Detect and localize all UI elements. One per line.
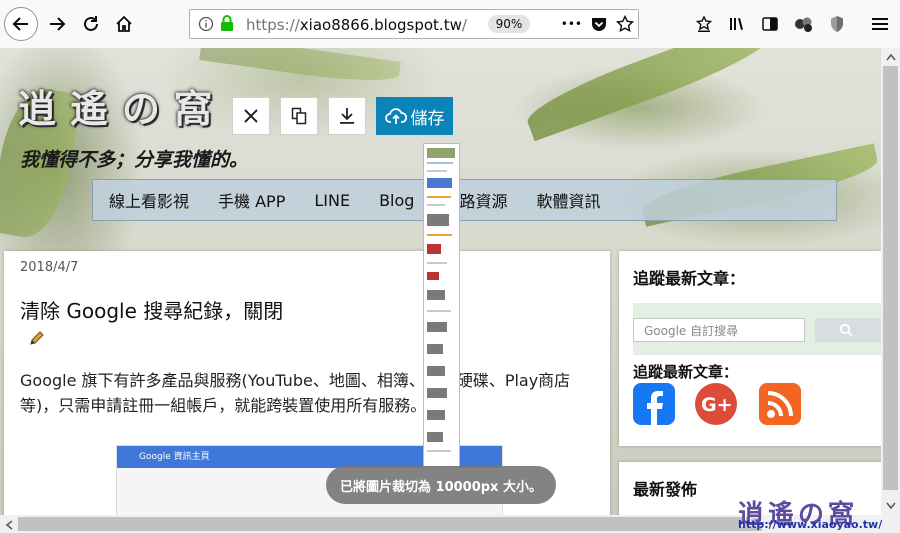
sidebar-button[interactable] (754, 8, 786, 40)
url-host: xiao8866.blogspot.tw (299, 16, 462, 34)
preview-thumbnail-block (427, 366, 445, 376)
rss-glyph (767, 391, 793, 418)
bookmark-star-icon[interactable] (616, 15, 634, 33)
sidebar-search-input[interactable]: Google 自訂搜尋 (633, 318, 805, 342)
scroll-up-arrow-icon[interactable] (886, 53, 896, 61)
preview-thumbnail-block (427, 148, 455, 158)
post-body: Google 旗下有許多產品與服務(YouTube、地圖、相簿、雲端硬碟、Pla… (20, 371, 571, 415)
save-button-label: 儲存 (410, 108, 445, 129)
preview-thumbnail-block (427, 388, 447, 398)
screenshot-save-button[interactable]: 儲存 (376, 97, 453, 135)
library-button[interactable] (721, 8, 753, 40)
vertical-scrollbar-thumb[interactable] (883, 66, 898, 490)
forward-arrow-icon (50, 17, 66, 31)
menu-item-mobile-app[interactable]: 手機 APP (218, 188, 285, 212)
url-bar[interactable]: https://xiao8866.blogspot.tw/ 90% ••• (189, 9, 639, 39)
reload-icon (84, 16, 98, 31)
vertical-scrollbar[interactable] (881, 48, 900, 515)
search-icon (839, 323, 853, 337)
preview-thumbnail-block (427, 410, 445, 420)
forward-button[interactable] (41, 8, 73, 40)
pencil-edit-icon[interactable] (28, 329, 46, 347)
google-plus-glyph: G+ (701, 394, 733, 416)
star-list-icon (695, 15, 713, 32)
menu-item-blog[interactable]: Blog (379, 191, 414, 210)
url-text: https://xiao8866.blogspot.tw/ (246, 16, 467, 34)
sidebar-heading-follow-top: 追蹤最新文章： (633, 269, 746, 288)
watermark-url: http://www.xiaoyao.tw/ (738, 518, 883, 531)
pocket-icon[interactable] (590, 15, 608, 33)
preview-thumbnail-block (427, 214, 449, 226)
reload-button[interactable] (75, 8, 107, 40)
extension-balls-icon (795, 17, 812, 32)
post-date: 2018/4/7 (20, 260, 79, 275)
svg-text:G+: G+ (701, 394, 733, 416)
lock-icon (221, 15, 233, 31)
url-scheme: https:// (246, 16, 300, 34)
scroll-left-arrow-icon[interactable] (5, 520, 13, 530)
preview-thumbnail-line (427, 170, 447, 172)
facebook-f-glyph (647, 391, 663, 425)
shield-extension-button[interactable] (821, 8, 853, 40)
scroll-down-arrow-icon[interactable] (886, 502, 896, 510)
sidebar-icon (762, 17, 778, 31)
preview-thumbnail-block (427, 322, 447, 332)
copy-icon (291, 107, 307, 125)
preview-thumbnail-line (427, 204, 445, 206)
full-page-screenshot-preview[interactable] (423, 143, 460, 467)
screenshot-copy-button[interactable] (280, 97, 318, 135)
sidebar-widget: 追蹤最新文章： Google 自訂搜尋 追蹤最新文章： G+ (619, 251, 881, 446)
back-button[interactable] (4, 7, 38, 41)
shield-icon (831, 16, 843, 32)
crop-notice-toast: 已將圖片裁切為 10000px 大小。 (326, 466, 556, 504)
site-tagline: 我懂得不多；分享我懂的。 (20, 149, 249, 171)
site-menu-bar: 線上看影視 手機 APP LINE Blog 網路資源 軟體資訊 (92, 179, 837, 221)
menu-item-software[interactable]: 軟體資訊 (536, 188, 600, 212)
facebook-icon[interactable] (633, 383, 675, 425)
horizontal-scrollbar-thumb[interactable] (18, 517, 762, 531)
page-actions-menu-button[interactable]: ••• (561, 17, 582, 31)
back-arrow-icon (12, 17, 28, 31)
rss-feed-icon[interactable] (759, 383, 801, 425)
preview-thumbnail-line (427, 162, 453, 164)
info-icon (198, 16, 214, 32)
post-title[interactable]: 清除 Google 搜尋紀錄，關閉 (20, 295, 283, 324)
preview-thumbnail-line (427, 310, 451, 312)
preview-thumbnail-line (427, 262, 447, 264)
sidebar-search-button[interactable] (815, 318, 881, 342)
menu-button[interactable] (864, 8, 896, 40)
hamburger-menu-icon (872, 18, 888, 30)
url-actions: ••• (561, 13, 634, 35)
preview-thumbnail-line (427, 234, 452, 236)
bookmarks-toolbar-button[interactable] (688, 8, 720, 40)
screenshot-download-button[interactable] (328, 97, 366, 135)
download-icon (340, 108, 354, 124)
close-icon (244, 109, 258, 123)
preview-thumbnail-line (427, 450, 451, 452)
zoom-indicator[interactable]: 90% (488, 15, 530, 33)
preview-thumbnail-block (427, 272, 439, 280)
google-plus-icon[interactable]: G+ (695, 383, 737, 425)
preview-thumbnail-block (427, 290, 445, 300)
preview-thumbnail-block (427, 178, 452, 188)
preview-thumbnail-block (427, 344, 443, 354)
menu-item-line[interactable]: LINE (314, 191, 350, 210)
cloud-upload-icon (384, 108, 407, 124)
preview-thumbnail-line (427, 196, 451, 198)
sidebar-heading-recent: 最新發佈 (633, 480, 698, 499)
library-icon (730, 18, 743, 30)
menu-item-video[interactable]: 線上看影視 (109, 188, 189, 212)
preview-thumbnail-block (427, 432, 443, 442)
url-tail: / (461, 16, 467, 34)
preview-thumbnail-block (427, 244, 441, 254)
extension-button[interactable] (788, 8, 820, 40)
home-icon (116, 15, 132, 32)
home-button[interactable] (108, 8, 140, 40)
browser-toolbar: https://xiao8866.blogspot.tw/ 90% ••• (0, 0, 900, 49)
screenshot-cancel-button[interactable] (232, 97, 270, 135)
site-logo[interactable]: 逍遙の窩 (18, 78, 226, 133)
sidebar-heading-follow: 追蹤最新文章： (633, 363, 739, 381)
